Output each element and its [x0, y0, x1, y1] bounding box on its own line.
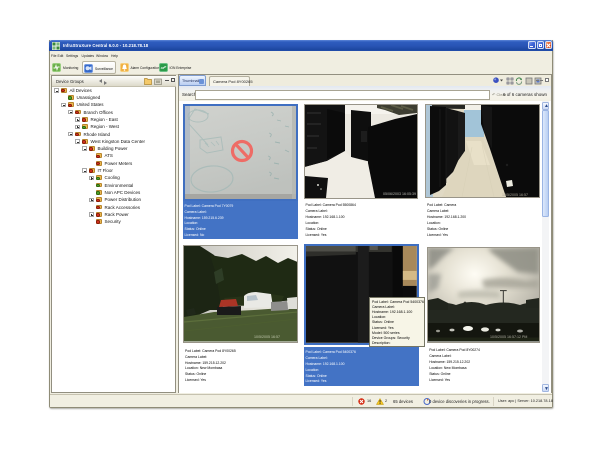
- svg-text:10/5/2005 16:57: 10/5/2005 16:57: [254, 335, 280, 339]
- svg-text:05/06/2003 16:05:39: 05/06/2003 16:05:39: [383, 192, 416, 196]
- svg-text:10/5/2005 16:57:12 PM: 10/5/2005 16:57:12 PM: [490, 335, 527, 339]
- svg-text:10/5/2005 16:57: 10/5/2005 16:57: [502, 193, 528, 197]
